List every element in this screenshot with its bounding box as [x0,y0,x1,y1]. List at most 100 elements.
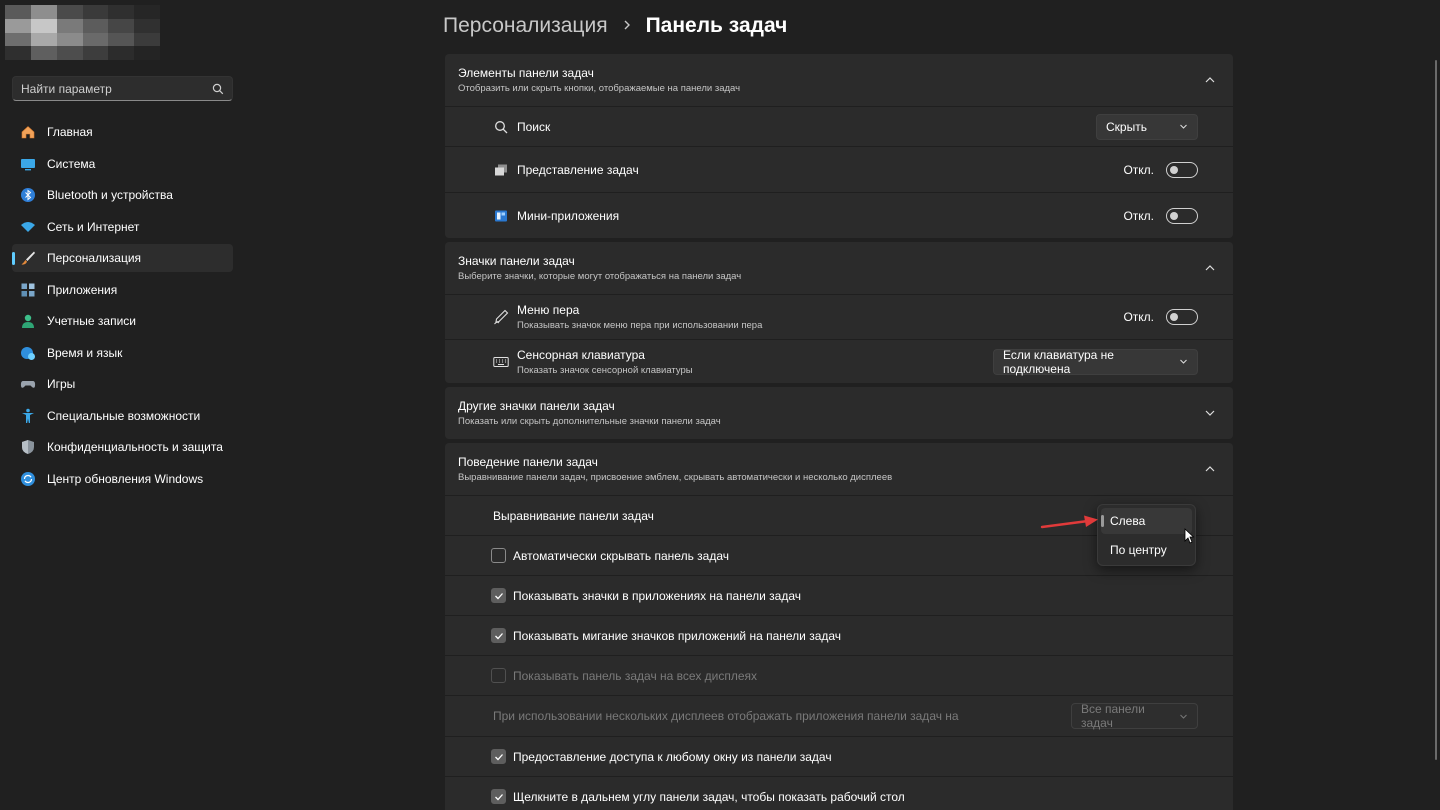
setting-row-widgets: Мини-приложения Откл. [445,192,1233,238]
chevron-down-icon [1180,359,1187,364]
setting-row-pen-menu: Меню пера Показывать значок меню пера пр… [445,294,1233,339]
breadcrumb-parent[interactable]: Персонализация [443,14,608,38]
sidebar-item-gaming[interactable]: Игры [12,370,233,398]
setting-label: Сенсорная клавиатура [517,347,645,362]
alignment-option-center[interactable]: По центру [1101,537,1192,563]
setting-label: Предоставление доступа к любому окну из … [513,749,832,764]
setting-row-badges: Показывать значки в приложениях на панел… [445,575,1233,615]
sidebar-item-accessibility[interactable]: Специальные возможности [12,402,233,430]
touch-keyboard-select[interactable]: Если клавиатура не подключена [993,348,1198,376]
sidebar-item-label: Система [47,156,96,171]
sidebar-item-system[interactable]: Система [12,150,233,178]
multi-display-select: Все панели задач [1071,702,1198,730]
sidebar-item-label: Специальные возможности [47,408,201,423]
setting-row-all-displays: Показывать панель задач на всех дисплеях [445,655,1233,695]
share-window-checkbox[interactable] [491,749,506,764]
setting-row-share-window: Предоставление доступа к любому окну из … [445,736,1233,776]
search-input[interactable] [21,81,212,96]
sidebar-item-label: Главная [47,125,93,139]
scrollbar[interactable] [1435,60,1437,760]
search-mode-select[interactable]: Скрыть [1096,113,1198,140]
section-header[interactable]: Значки панели задач Выберите значки, кот… [445,242,1233,294]
section-subtitle: Показать или скрыть дополнительные значк… [458,416,721,427]
pen-menu-toggle[interactable] [1166,309,1198,325]
alignment-option-left[interactable]: Слева [1101,508,1192,534]
keyboard-icon [493,354,509,370]
chevron-up-icon[interactable] [1204,74,1216,86]
checkmark-icon [494,793,503,800]
setting-label: Поиск [517,119,551,134]
setting-description: Показать значок сенсорной клавиатуры [517,364,693,376]
chevron-up-icon[interactable] [1204,463,1216,475]
search-box[interactable] [12,76,233,101]
section-title: Поведение панели задач [458,455,598,469]
bluetooth-icon [20,187,36,203]
section-title: Значки панели задач [458,254,575,268]
task-view-toggle[interactable] [1166,161,1198,178]
flashing-checkbox[interactable] [491,628,506,643]
all-displays-checkbox [491,668,506,683]
section-header[interactable]: Другие значки панели задач Показать или … [445,387,1233,439]
alignment-dropdown-menu: Слева По центру [1097,504,1196,566]
widgets-toggle[interactable] [1166,207,1198,224]
pen-icon [493,309,509,325]
setting-label: Показывать значки в приложениях на панел… [513,588,801,603]
section-header[interactable]: Элементы панели задач Отобразить или скр… [445,54,1233,106]
far-corner-checkbox[interactable] [491,789,506,804]
sidebar-item-label: Время и язык [47,345,123,360]
sidebar: Главная Система Bluetooth и устройства С… [0,0,245,810]
gamepad-icon [20,376,36,392]
section-taskbar-icons: Значки панели задач Выберите значки, кот… [445,242,1233,383]
home-icon [20,124,36,140]
setting-row-multi-display: При использовании нескольких дисплеев от… [445,695,1233,736]
section-other-taskbar-icons: Другие значки панели задач Показать или … [445,387,1233,439]
setting-label: Показывать панель задач на всех дисплеях [513,668,758,683]
sidebar-item-label: Персонализация [47,251,142,265]
page-title: Панель задач [645,14,788,37]
sidebar-item-home[interactable]: Главная [12,118,233,146]
setting-description: Показывать значок меню пера при использо… [517,320,763,331]
search-icon[interactable] [212,83,224,95]
sidebar-item-personalization[interactable]: Персонализация [12,244,233,272]
section-taskbar-behavior: Поведение панели задач Выравнивание пане… [445,443,1233,810]
select-value: Все панели задач [1081,702,1145,730]
chevron-down-icon[interactable] [1204,407,1216,419]
sidebar-item-accounts[interactable]: Учетные записи [12,307,233,335]
sidebar-item-time-language[interactable]: Время и язык [12,339,233,367]
autohide-checkbox[interactable] [491,548,506,563]
sidebar-item-windows-update[interactable]: Центр обновления Windows [12,465,233,493]
setting-label: Мини-приложения [517,208,620,223]
section-header[interactable]: Поведение панели задач Выравнивание пане… [445,443,1233,495]
checkmark-icon [494,592,503,599]
setting-label: Показывать мигание значков приложений на… [513,628,842,643]
toggle-state-label: Откл. [1123,162,1154,177]
badges-checkbox[interactable] [491,588,506,603]
section-subtitle: Отобразить или скрыть кнопки, отображаем… [458,83,741,94]
chevron-right-icon [622,18,632,34]
sidebar-item-label: Сеть и Интернет [47,219,140,234]
setting-label: Щелкните в дальнем углу панели задач, чт… [513,789,905,804]
sidebar-item-apps[interactable]: Приложения [12,276,233,304]
chevron-up-icon[interactable] [1204,262,1216,274]
setting-label: Меню пера [517,303,580,317]
sidebar-item-network[interactable]: Сеть и Интернет [12,213,233,241]
chevron-down-icon [1180,124,1187,129]
checkmark-icon [494,632,503,639]
section-subtitle: Выравнивание панели задач, присвоение эм… [458,472,893,483]
sidebar-item-privacy[interactable]: Конфиденциальность и защита [12,433,233,461]
section-title: Элементы панели задач [458,66,594,80]
setting-row-flashing: Показывать мигание значков приложений на… [445,615,1233,655]
sidebar-item-label: Центр обновления Windows [47,471,204,486]
sidebar-nav: Главная Система Bluetooth и устройства С… [12,118,233,496]
toggle-state-label: Откл. [1123,208,1154,223]
setting-row-task-view: Представление задач Откл. [445,146,1233,192]
section-taskbar-items: Элементы панели задач Отобразить или скр… [445,54,1233,238]
sidebar-item-label: Игры [47,377,76,391]
setting-label: При использовании нескольких дисплеев от… [493,709,959,723]
accessibility-icon [20,408,36,424]
sidebar-item-label: Конфиденциальность и защита [47,440,223,454]
sidebar-item-bluetooth[interactable]: Bluetooth и устройства [12,181,233,209]
avatar[interactable] [5,5,160,60]
setting-row-far-corner: Щелкните в дальнем углу панели задач, чт… [445,776,1233,810]
setting-label: Автоматически скрывать панель задач [513,548,730,563]
